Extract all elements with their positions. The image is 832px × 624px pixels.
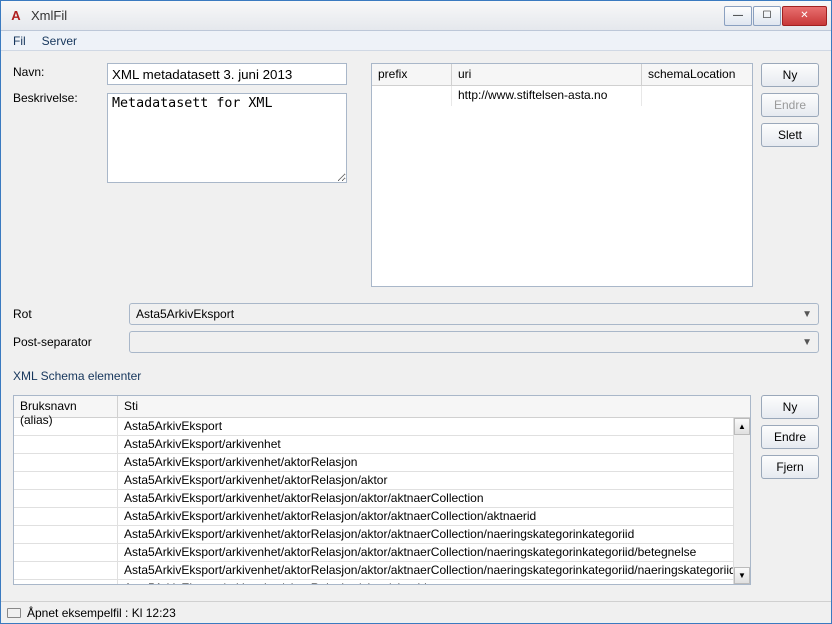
window-buttons: — ☐ ✕ xyxy=(724,6,827,26)
schema-row[interactable]: Asta5ArkivEksport/arkivenhet/aktorRelasj… xyxy=(14,490,750,508)
app-icon: A xyxy=(7,7,25,25)
prefix-header-schemaloc[interactable]: schemaLocation xyxy=(642,64,752,85)
schema-endre-button[interactable]: Endre xyxy=(761,425,819,449)
prefix-cell-prefix[interactable] xyxy=(372,86,452,106)
prefix-header-uri[interactable]: uri xyxy=(452,64,642,85)
window: A XmlFil — ☐ ✕ Fil Server Navn: Beskrive… xyxy=(0,0,832,624)
schema-cell-alias[interactable] xyxy=(14,526,118,543)
schema-cell-alias[interactable] xyxy=(14,508,118,525)
schema-cell-sti[interactable]: Asta5ArkivEksport/arkivenhet/aktorRelasj… xyxy=(118,526,750,543)
schema-cell-sti[interactable]: Asta5ArkivEksport/arkivenhet/aktorRelasj… xyxy=(118,454,750,471)
close-button[interactable]: ✕ xyxy=(782,6,827,26)
schema-row[interactable]: Asta5ArkivEksport/arkivenhet/aktorRelasj… xyxy=(14,580,750,584)
schema-cell-alias[interactable] xyxy=(14,580,118,584)
postsep-combo[interactable]: ▼ xyxy=(129,331,819,353)
schema-row[interactable]: Asta5ArkivEksport/arkivenhet/aktorRelasj… xyxy=(14,544,750,562)
scroll-down-button[interactable]: ▼ xyxy=(734,567,750,584)
schema-row[interactable]: Asta5ArkivEksport xyxy=(14,418,750,436)
scrollbar[interactable]: ▲ ▼ xyxy=(733,418,750,584)
titlebar: A XmlFil — ☐ ✕ xyxy=(1,1,831,31)
schema-table[interactable]: Bruksnavn (alias) Sti Asta5ArkivEksportA… xyxy=(13,395,751,585)
schema-cell-alias[interactable] xyxy=(14,454,118,471)
schema-cell-sti[interactable]: Asta5ArkivEksport/arkivenhet/aktorRelasj… xyxy=(118,562,750,579)
minimize-button[interactable]: — xyxy=(724,6,752,26)
statusbar: Åpnet eksempelfil : Kl 12:23 xyxy=(1,601,831,623)
schema-row[interactable]: Asta5ArkivEksport/arkivenhet xyxy=(14,436,750,454)
schema-cell-sti[interactable]: Asta5ArkivEksport/arkivenhet xyxy=(118,436,750,453)
beskrivelse-input[interactable]: Metadatasett for XML xyxy=(107,93,347,183)
scroll-up-button[interactable]: ▲ xyxy=(734,418,750,435)
schema-header-sti[interactable]: Sti xyxy=(118,396,750,417)
chevron-down-icon: ▼ xyxy=(802,309,812,320)
navn-input[interactable] xyxy=(107,63,347,85)
schema-row[interactable]: Asta5ArkivEksport/arkivenhet/aktorRelasj… xyxy=(14,562,750,580)
prefix-endre-button[interactable]: Endre xyxy=(761,93,819,117)
schema-cell-alias[interactable] xyxy=(14,472,118,489)
navn-label: Navn: xyxy=(13,65,99,79)
beskrivelse-label: Beskrivelse: xyxy=(13,91,99,105)
schema-header-alias[interactable]: Bruksnavn (alias) xyxy=(14,396,118,417)
prefix-ny-button[interactable]: Ny xyxy=(761,63,819,87)
schema-cell-sti[interactable]: Asta5ArkivEksport/arkivenhet/aktorRelasj… xyxy=(118,508,750,525)
schema-body: Asta5ArkivEksportAsta5ArkivEksport/arkiv… xyxy=(14,418,750,584)
status-text: Åpnet eksempelfil : Kl 12:23 xyxy=(27,606,176,620)
maximize-button[interactable]: ☐ xyxy=(753,6,781,26)
schema-cell-alias[interactable] xyxy=(14,418,118,435)
menubar: Fil Server xyxy=(1,31,831,51)
schema-cell-sti[interactable]: Asta5ArkivEksport/arkivenhet/aktorRelasj… xyxy=(118,544,750,561)
schema-cell-alias[interactable] xyxy=(14,490,118,507)
chevron-down-icon: ▼ xyxy=(802,337,812,348)
schema-cell-sti[interactable]: Asta5ArkivEksport/arkivenhet/aktorRelasj… xyxy=(118,580,750,584)
schema-ny-button[interactable]: Ny xyxy=(761,395,819,419)
prefix-header-prefix[interactable]: prefix xyxy=(372,64,452,85)
content-area: Navn: Beskrivelse: Metadatasett for XML … xyxy=(1,51,831,601)
prefix-table[interactable]: prefix uri schemaLocation http://www.sti… xyxy=(371,63,753,287)
schema-group-title: XML Schema elementer xyxy=(13,369,819,383)
status-icon xyxy=(7,608,21,618)
rot-value: Asta5ArkivEksport xyxy=(136,307,234,321)
schema-fjern-button[interactable]: Fjern xyxy=(761,455,819,479)
schema-row[interactable]: Asta5ArkivEksport/arkivenhet/aktorRelasj… xyxy=(14,526,750,544)
window-title: XmlFil xyxy=(31,8,724,23)
schema-row[interactable]: Asta5ArkivEksport/arkivenhet/aktorRelasj… xyxy=(14,454,750,472)
schema-row[interactable]: Asta5ArkivEksport/arkivenhet/aktorRelasj… xyxy=(14,508,750,526)
schema-cell-alias[interactable] xyxy=(14,436,118,453)
menu-server[interactable]: Server xyxy=(36,32,83,50)
rot-label: Rot xyxy=(13,307,119,321)
prefix-row[interactable]: http://www.stiftelsen-asta.no xyxy=(372,86,752,106)
schema-cell-sti[interactable]: Asta5ArkivEksport/arkivenhet/aktorRelasj… xyxy=(118,472,750,489)
schema-cell-alias[interactable] xyxy=(14,544,118,561)
menu-fil[interactable]: Fil xyxy=(7,32,32,50)
schema-row[interactable]: Asta5ArkivEksport/arkivenhet/aktorRelasj… xyxy=(14,472,750,490)
prefix-cell-schemaloc[interactable] xyxy=(642,86,752,106)
schema-cell-sti[interactable]: Asta5ArkivEksport xyxy=(118,418,750,435)
schema-cell-sti[interactable]: Asta5ArkivEksport/arkivenhet/aktorRelasj… xyxy=(118,490,750,507)
rot-combo[interactable]: Asta5ArkivEksport ▼ xyxy=(129,303,819,325)
schema-cell-alias[interactable] xyxy=(14,562,118,579)
prefix-slett-button[interactable]: Slett xyxy=(761,123,819,147)
postsep-label: Post-separator xyxy=(13,335,119,349)
prefix-cell-uri[interactable]: http://www.stiftelsen-asta.no xyxy=(452,86,642,106)
